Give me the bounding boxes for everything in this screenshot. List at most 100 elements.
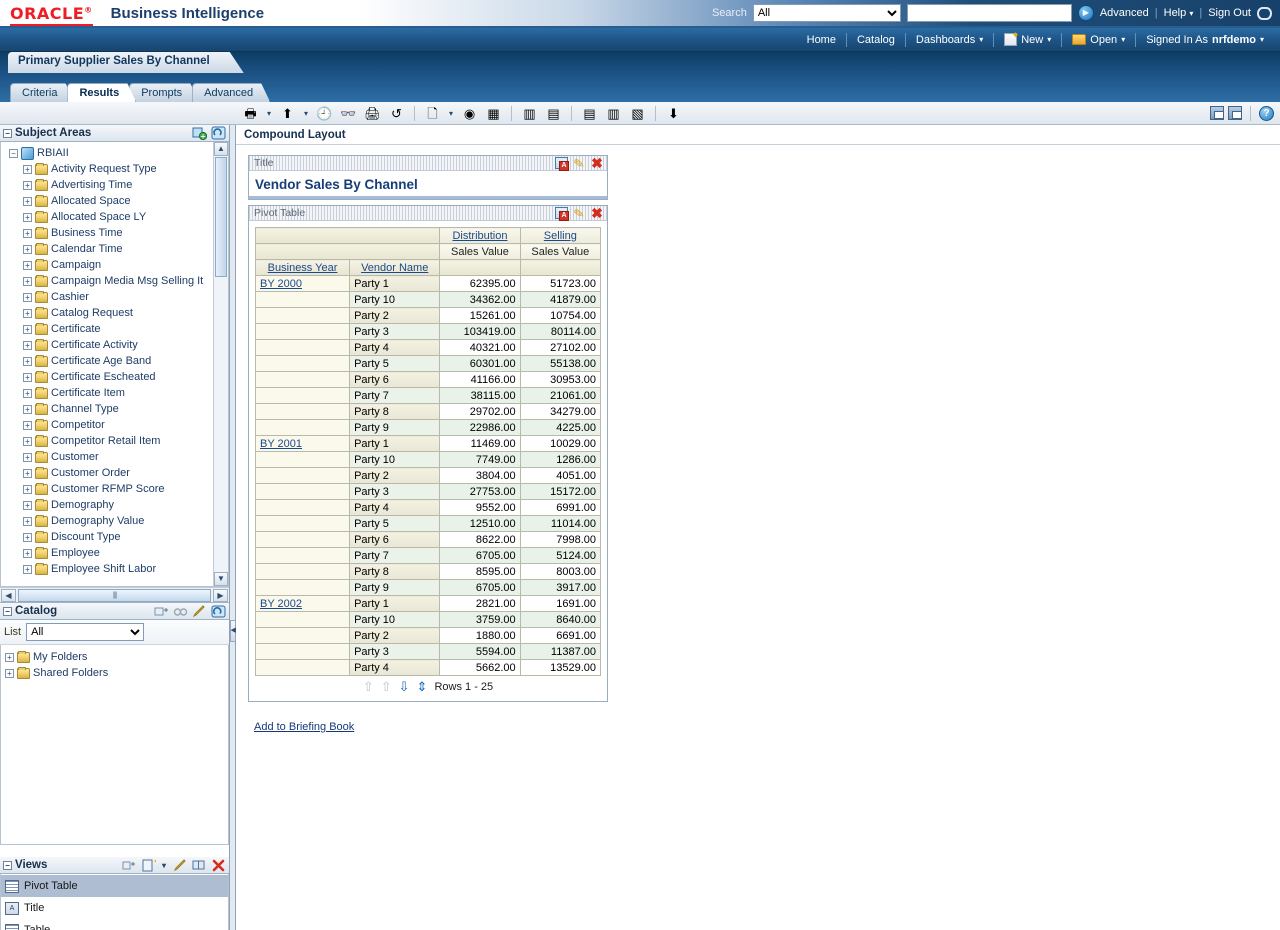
duplicate-layout-icon[interactable]: ▥ <box>603 104 624 123</box>
view-properties-icon[interactable] <box>191 858 207 873</box>
scroll-up-icon[interactable]: ▲ <box>214 142 228 156</box>
subject-area-folder-row[interactable]: +Campaign Media Msg Selling It <box>5 273 228 289</box>
refresh-catalog-icon[interactable] <box>210 604 226 619</box>
sign-out-link[interactable]: Sign Out <box>1208 7 1251 19</box>
catalog-folder-row[interactable]: +Shared Folders <box>5 665 228 681</box>
expand-toggle-icon[interactable]: + <box>23 453 32 462</box>
sort-descending-icon[interactable]: ⬇ <box>663 104 684 123</box>
subject-area-folder-row[interactable]: + Competitor <box>5 417 228 433</box>
expand-toggle-icon[interactable]: + <box>23 517 32 526</box>
row-header-vendor-name[interactable]: Vendor Name <box>350 260 440 276</box>
subject-area-folder-row[interactable]: +Certificate Item <box>5 385 228 401</box>
tree-root-row[interactable]: − RBIAII <box>5 145 228 161</box>
collapse-subject-areas-icon[interactable]: − <box>3 129 12 138</box>
expand-toggle-icon[interactable]: + <box>23 549 32 558</box>
subject-area-folder-row[interactable]: + Demography Value <box>5 513 228 529</box>
view-icon[interactable] <box>172 604 188 619</box>
nav-dashboards[interactable]: Dashboards▾ <box>906 34 993 46</box>
view-list-item[interactable]: ATitle <box>1 897 228 919</box>
subject-area-folder-row[interactable]: +Allocated Space <box>5 193 228 209</box>
expand-toggle-icon[interactable]: + <box>23 197 32 206</box>
tree-item-label[interactable]: Allocated Space LY <box>51 211 146 223</box>
nav-catalog[interactable]: Catalog <box>847 34 905 46</box>
edit-view-icon[interactable]: ✎ <box>571 155 587 170</box>
subject-area-folder-row[interactable]: +Catalog Request <box>5 305 228 321</box>
subject-area-folder-row[interactable]: +Competitor Retail Item <box>5 433 228 449</box>
catalog-folder-row[interactable]: +My Folders <box>5 649 228 665</box>
new-view-caret-icon[interactable]: ▾ <box>446 109 456 118</box>
scroll-right-icon[interactable]: ▶ <box>213 589 228 602</box>
export-icon[interactable]: ⬆ <box>277 104 298 123</box>
subject-area-folder-row[interactable]: +Certificate Escheated <box>5 369 228 385</box>
delete-view-icon[interactable] <box>210 858 226 873</box>
subject-area-folder-row[interactable]: + Allocated Space LY <box>5 209 228 225</box>
scroll-down-icon[interactable]: ▼ <box>214 572 228 586</box>
save-icon[interactable] <box>1210 106 1224 120</box>
subject-area-folder-row[interactable]: +Customer RFMP Score <box>5 481 228 497</box>
collapse-views-icon[interactable]: − <box>3 861 12 870</box>
export-caret-icon[interactable]: ▾ <box>301 109 311 118</box>
new-calculated-item-icon[interactable]: ▦ <box>483 104 504 123</box>
next-page-icon[interactable]: ⇩ <box>399 680 410 693</box>
nav-signed-in-as[interactable]: Signed In As nrfdemo ▾ <box>1136 34 1274 46</box>
column-group-selling[interactable]: Selling <box>520 228 600 244</box>
catalog-list-select[interactable]: All <box>26 623 144 641</box>
expand-toggle-icon[interactable]: + <box>23 501 32 510</box>
search-input[interactable] <box>907 4 1072 22</box>
printer-layout-icon[interactable]: 🖨 <box>362 104 383 123</box>
expand-toggle-icon[interactable]: + <box>23 405 32 414</box>
subject-area-folder-row[interactable]: +Cashier <box>5 289 228 305</box>
expand-toggle-icon[interactable]: + <box>23 309 32 318</box>
search-go-icon[interactable]: ▶ <box>1078 5 1094 21</box>
tree-item-label[interactable]: Competitor <box>51 419 105 431</box>
nav-home[interactable]: Home <box>797 34 846 46</box>
catalog-tree[interactable]: +My Folders+Shared Folders <box>0 645 229 845</box>
add-subject-area-icon[interactable]: + <box>191 126 207 141</box>
refresh-icon[interactable]: ↺ <box>386 104 407 123</box>
expand-toggle-icon[interactable]: + <box>23 325 32 334</box>
subject-area-folder-row[interactable]: +Advertising Time <box>5 177 228 193</box>
tree-item-label[interactable]: Discount Type <box>51 531 121 543</box>
subject-area-folder-row[interactable]: +Employee <box>5 545 228 561</box>
expand-toggle-icon[interactable]: + <box>23 421 32 430</box>
tree-item-label[interactable]: Advertising Time <box>51 179 132 191</box>
pane-splitter-handle[interactable]: ◀ <box>230 620 236 642</box>
subject-area-folder-row[interactable]: +Certificate Activity <box>5 337 228 353</box>
expand-toggle-icon[interactable]: + <box>23 565 32 574</box>
tab-advanced[interactable]: Advanced <box>192 83 270 102</box>
advanced-link[interactable]: Advanced <box>1100 7 1149 19</box>
view-list-item[interactable]: Pivot Table <box>1 875 228 897</box>
subject-area-folder-row[interactable]: +Discount Type <box>5 529 228 545</box>
tree-item-label[interactable]: Certificate <box>51 323 101 335</box>
help-menu[interactable]: Help ▾ <box>1164 7 1194 19</box>
subject-area-folder-row[interactable]: +Certificate Age Band <box>5 353 228 369</box>
subject-area-folder-row[interactable]: +Channel Type <box>5 401 228 417</box>
tree-item-label[interactable]: Certificate Activity <box>51 339 138 351</box>
subject-area-folder-row[interactable]: +Demography <box>5 497 228 513</box>
subject-area-folder-row[interactable]: + Employee Shift Labor <box>5 561 228 577</box>
expand-toggle-icon[interactable]: + <box>23 165 32 174</box>
print-caret-icon[interactable]: ▾ <box>264 109 274 118</box>
expand-toggle-icon[interactable]: + <box>23 261 32 270</box>
tree-item-label[interactable]: Cashier <box>51 291 89 303</box>
expand-toggle-icon[interactable]: + <box>23 357 32 366</box>
tab-prompts[interactable]: Prompts <box>129 83 199 102</box>
expand-toggle-icon[interactable]: − <box>9 149 18 158</box>
expand-toggle-icon[interactable]: + <box>23 213 32 222</box>
nav-open[interactable]: Open▾ <box>1062 34 1135 46</box>
print-icon[interactable]: 🖶 <box>240 104 261 123</box>
tree-item-label[interactable]: My Folders <box>33 651 87 663</box>
expand-toggle-icon[interactable]: + <box>23 389 32 398</box>
tree-item-label[interactable]: Employee Shift Labor <box>51 563 156 575</box>
edit-view-icon[interactable]: ✎ <box>571 205 587 220</box>
tab-results[interactable]: Results <box>67 83 136 102</box>
expand-toggle-icon[interactable]: + <box>23 485 32 494</box>
copy-view-icon[interactable] <box>555 157 568 169</box>
new-group-icon[interactable]: ▤ <box>543 104 564 123</box>
expand-toggle-icon[interactable]: + <box>23 437 32 446</box>
tree-item-label[interactable]: Demography Value <box>51 515 144 527</box>
tree-item-label[interactable]: Campaign Media Msg Selling It <box>51 275 203 287</box>
delete-view-icon[interactable]: ✖ <box>590 157 604 170</box>
help-icon[interactable]: ? <box>1259 106 1274 121</box>
tab-criteria[interactable]: Criteria <box>10 83 74 102</box>
